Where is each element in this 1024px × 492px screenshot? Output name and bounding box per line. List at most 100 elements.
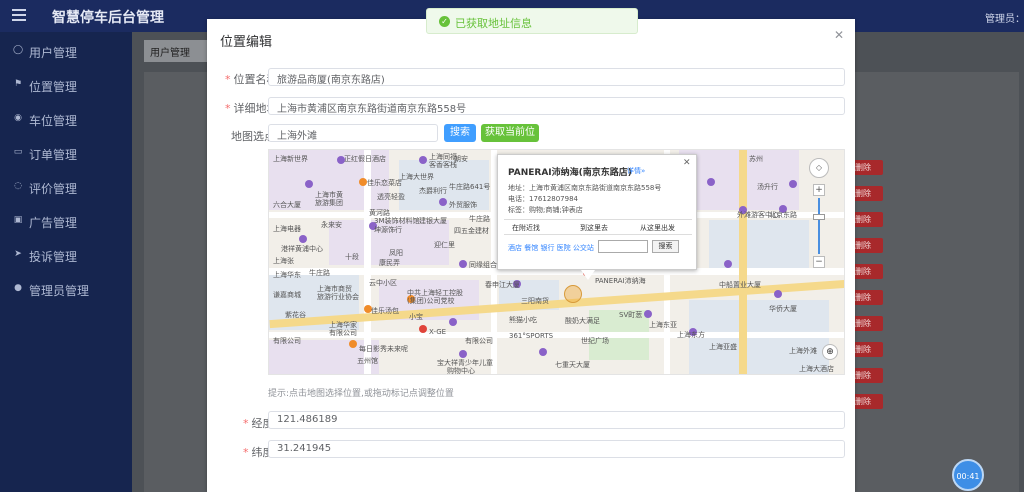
map-label: (集团)公司党校 — [407, 297, 455, 305]
map-label: 康民弄 — [379, 259, 400, 267]
map-label: 正红假日酒店 — [344, 155, 386, 163]
poi-pin-icon[interactable] — [349, 340, 357, 348]
poi-pin-icon[interactable] — [359, 178, 367, 186]
floating-action-button[interactable]: 00:41 — [952, 459, 984, 491]
map-label: 建银大厦 — [419, 217, 447, 225]
zoom-out-icon[interactable]: − — [813, 256, 825, 268]
map-search-button[interactable]: 搜索 — [444, 124, 476, 142]
current-user[interactable]: 管理员：ad — [985, 10, 1024, 25]
poi-pin-icon[interactable] — [789, 180, 797, 188]
close-icon[interactable]: ✕ — [683, 158, 691, 168]
map-label: 上海外滩 — [789, 347, 817, 355]
poi-title: PANERAI沛纳海(南京东路店) — [508, 168, 632, 178]
poi-route-tabs: 在附近找 到这里去 从这里出发 — [504, 219, 692, 235]
tab-nearby[interactable]: 在附近找 — [512, 223, 540, 233]
sidebar-item-label: 车位管理 — [29, 114, 78, 128]
sidebar-item-parking[interactable]: ◉ 车位管理 — [0, 102, 132, 136]
tab-route-to[interactable]: 到这里去 — [580, 223, 608, 233]
map-label: 黄河路 — [369, 209, 390, 217]
poi-pin-icon[interactable] — [724, 260, 732, 268]
dialog-title: 位置编辑 — [220, 35, 273, 50]
poi-address: 地址：上海市黄浦区南京东路街道南京东路558号 — [508, 184, 662, 192]
map-label: 上海张 — [273, 257, 294, 265]
map-label: 紫花谷 — [285, 311, 306, 319]
poi-pin-icon[interactable] — [439, 198, 447, 206]
poi-pin-icon[interactable] — [419, 156, 427, 164]
map-view[interactable]: 正红假日酒店 上海同福 客香客栈 牛庄路641号 上海大世界 佳乐恋菜店 杰爵利… — [268, 149, 845, 375]
map-label: 四五金建材 — [454, 227, 489, 235]
close-icon[interactable]: ✕ — [834, 28, 844, 42]
sidebar-item-label: 用户管理 — [29, 46, 78, 60]
success-toast: ✓ 已获取地址信息 — [426, 8, 638, 34]
sidebar-item-label: 位置管理 — [29, 80, 78, 94]
sidebar-item-admins[interactable]: ● 管理员管理 — [0, 272, 132, 306]
poi-nearby-search-input[interactable] — [598, 240, 648, 253]
sidebar-item-label: 管理员管理 — [29, 284, 90, 298]
poi-detail-link[interactable]: 详情» — [627, 166, 645, 176]
zoom-control[interactable]: ◇ + − — [809, 158, 829, 268]
map-label: 上海华东 — [273, 271, 301, 279]
sidebar-item-users[interactable]: ◯ 用户管理 — [0, 34, 132, 68]
sidebar-item-locations[interactable]: ⚑ 位置管理 — [0, 68, 132, 102]
locate-me-icon[interactable]: ⊕ — [822, 344, 838, 360]
map-label: 十段 — [345, 253, 359, 261]
poi-quick-links[interactable]: 酒店 餐馆 银行 医院 公交站 — [508, 243, 594, 253]
sidebar-item-ads[interactable]: ▣ 广告管理 — [0, 204, 132, 238]
tab-route-from[interactable]: 从这里出发 — [640, 223, 675, 233]
poi-pin-icon[interactable] — [459, 260, 467, 268]
sidebar-item-orders[interactable]: ▭ 订单管理 — [0, 136, 132, 170]
sidebar-item-label: 评价管理 — [29, 182, 78, 196]
complaint-icon: ➤ — [14, 249, 22, 259]
poi-pin-icon[interactable] — [774, 290, 782, 298]
poi-pin-icon[interactable] — [299, 235, 307, 243]
map-label: 汤升行 — [757, 183, 778, 191]
map-label: 旅游行业协会 — [317, 293, 359, 301]
pan-control-icon[interactable]: ◇ — [809, 158, 829, 178]
zoom-in-icon[interactable]: + — [813, 184, 825, 196]
map-label: 永来安 — [321, 221, 342, 229]
poi-pin-icon[interactable] — [707, 178, 715, 186]
sidebar-item-complaints[interactable]: ➤ 投诉管理 — [0, 238, 132, 272]
get-current-location-button[interactable]: 获取当前位置 — [481, 124, 539, 156]
location-name-input[interactable]: 旅游品商厦(南京东路店) — [268, 68, 845, 86]
map-label: 苏州 — [749, 155, 763, 163]
admin-icon: ● — [14, 283, 22, 293]
longitude-input[interactable]: 121.486189 — [268, 411, 845, 429]
location-edit-dialog: 位置编辑 ✕ * 位置名称 旅游品商厦(南京东路店) * 详细地址 上海市黄浦区南京… — [207, 19, 855, 492]
poi-pin-icon[interactable] — [644, 310, 652, 318]
address-input[interactable]: 上海市黄浦区南京东路街道南京东路558号 — [268, 97, 845, 115]
poi-search-button[interactable]: 搜索 — [652, 240, 679, 253]
poi-pin-icon[interactable] — [305, 180, 313, 188]
map-label: 小宝 — [409, 313, 423, 321]
map-label: 五州馆 — [357, 357, 378, 365]
map-label: 港祥黄浦中心 — [281, 245, 323, 253]
poi-phone: 电话：17612807984 — [508, 195, 578, 203]
zoom-slider-thumb[interactable] — [813, 214, 825, 220]
menu-toggle-icon[interactable] — [12, 9, 26, 21]
poi-pin-icon[interactable] — [459, 350, 467, 358]
sidebar: ◯ 用户管理 ⚑ 位置管理 ◉ 车位管理 ▭ 订单管理 ◌ 评价管理 ▣ 广告管… — [0, 32, 132, 492]
map-label: 世纪广场 — [581, 337, 609, 345]
poi-tags: 标签：购物;商铺;钟表店 — [508, 206, 583, 214]
map-label: SV町葱 — [619, 311, 643, 319]
poi-pin-icon[interactable] — [449, 318, 457, 326]
info-window-pointer — [581, 270, 595, 280]
poi-pin-icon[interactable] — [419, 325, 427, 333]
sidebar-item-reviews[interactable]: ◌ 评价管理 — [0, 170, 132, 204]
map-label: 透亮轻盈 — [377, 193, 405, 201]
map-label: 有限公司 — [465, 337, 493, 345]
map-label: 购物中心 — [447, 367, 475, 375]
map-label: 上海亚盛 — [709, 343, 737, 351]
user-icon: ◯ — [13, 45, 24, 55]
poi-pin-icon[interactable] — [539, 348, 547, 356]
latitude-input[interactable]: 31.241945 — [268, 440, 845, 458]
map-label: 佳乐恋菜店 — [367, 179, 402, 187]
map-hint: 提示:点击地图选择位置,或拖动标记点调整位置 — [268, 389, 454, 399]
map-label: 上海大酒店 — [799, 365, 834, 373]
map-label: 谦嘉商城 — [273, 291, 301, 299]
check-circle-icon: ✓ — [439, 16, 450, 27]
zoom-slider-track[interactable] — [818, 198, 820, 254]
map-label: 牛庄路 — [469, 215, 490, 223]
map-search-input[interactable]: 上海外滩 — [268, 124, 438, 142]
map-label: 六合大厦 — [273, 201, 301, 209]
